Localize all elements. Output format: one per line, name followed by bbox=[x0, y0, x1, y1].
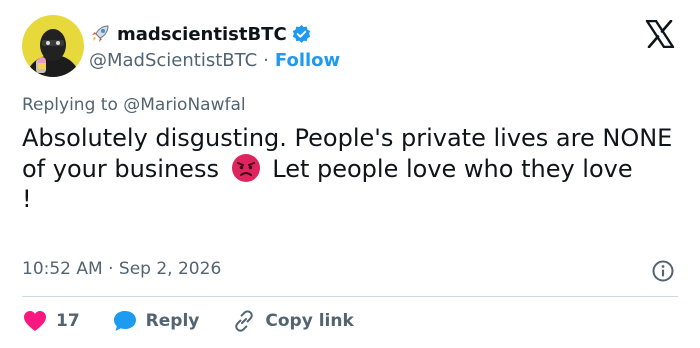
avatar[interactable] bbox=[22, 15, 84, 77]
reply-mention-link[interactable]: @MarioNawfal bbox=[123, 95, 245, 115]
user-handle[interactable]: @MadScientistBTC bbox=[89, 50, 257, 71]
link-icon bbox=[235, 310, 254, 332]
tweet-time: 10:52 AM bbox=[22, 259, 103, 279]
action-bar: 17 Reply Copy link bbox=[22, 306, 354, 336]
reply-button[interactable]: Reply bbox=[112, 309, 200, 333]
divider bbox=[22, 296, 678, 297]
heart-icon bbox=[24, 311, 46, 331]
tweet-timestamp[interactable]: 10:52 AM · Sep 2, 2026 bbox=[22, 259, 221, 279]
replying-prefix: Replying to bbox=[22, 95, 118, 115]
replying-to: Replying to @MarioNawfal bbox=[22, 95, 246, 115]
verified-badge-icon bbox=[291, 24, 312, 45]
reply-label: Reply bbox=[145, 311, 200, 331]
tweet-text: Absolutely disgusting. People's private … bbox=[22, 123, 682, 214]
x-logo-icon[interactable] bbox=[645, 19, 675, 49]
copy-link-label: Copy link bbox=[265, 311, 354, 331]
angry-face-icon bbox=[231, 153, 261, 183]
separator: · bbox=[263, 50, 269, 71]
reply-bubble-icon bbox=[113, 311, 136, 331]
tweet-date: Sep 2, 2026 bbox=[118, 259, 222, 279]
display-name[interactable]: madscientistBTC bbox=[117, 24, 287, 45]
info-icon[interactable] bbox=[651, 259, 675, 283]
like-count: 17 bbox=[56, 311, 80, 331]
rocket-icon bbox=[89, 23, 111, 45]
meta-separator: · bbox=[108, 259, 114, 279]
copy-link-button[interactable]: Copy link bbox=[231, 309, 354, 333]
like-button[interactable]: 17 bbox=[22, 309, 112, 333]
follow-button[interactable]: Follow bbox=[275, 50, 340, 71]
